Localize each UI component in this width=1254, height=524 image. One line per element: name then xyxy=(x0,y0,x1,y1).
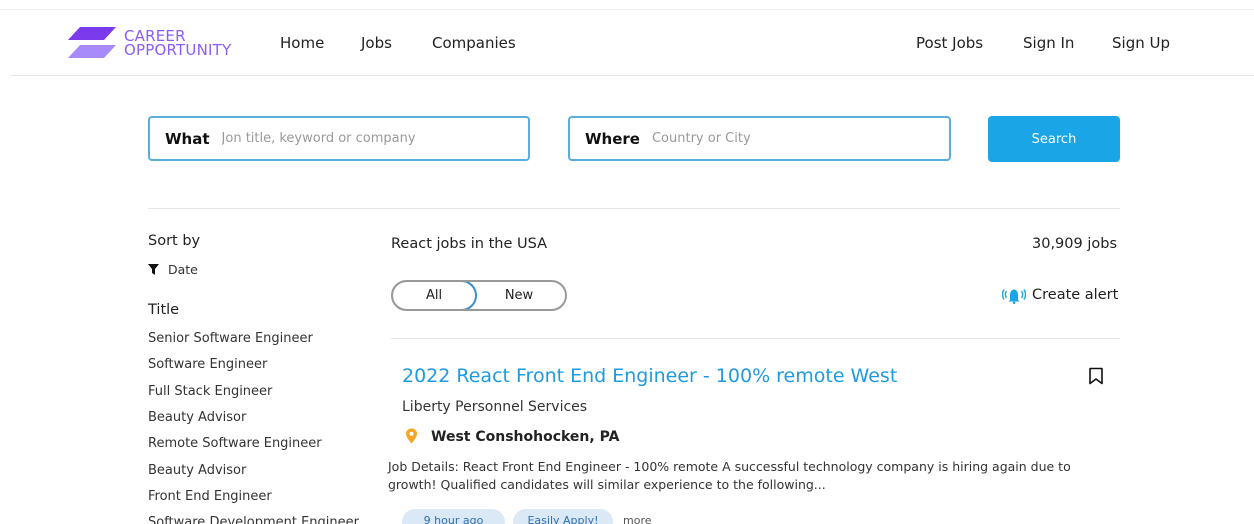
where-label: Where xyxy=(585,129,640,148)
nav-post-jobs[interactable]: Post Jobs xyxy=(916,34,983,52)
title-filter-item[interactable]: Full Stack Engineer xyxy=(148,384,272,399)
title-filter-item[interactable]: Senior Software Engineer xyxy=(148,331,313,346)
site-header: CAREER OPPORTUNITY Home Jobs Companies P… xyxy=(0,10,1254,76)
results-count: 30,909 jobs xyxy=(1032,236,1118,252)
job-location: West Conshohocken, PA xyxy=(431,429,620,445)
brand-line-2: OPPORTUNITY xyxy=(124,41,232,59)
filter-icon xyxy=(148,264,159,275)
easily-apply-badge: Easily Apply! xyxy=(513,509,613,524)
filter-all-button[interactable]: All xyxy=(393,282,477,309)
job-title-link[interactable]: 2022 React Front End Engineer - 100% rem… xyxy=(402,365,897,387)
nav-companies[interactable]: Companies xyxy=(432,34,516,52)
more-link[interactable]: more xyxy=(623,514,652,524)
brand-name: CAREER OPPORTUNITY xyxy=(124,29,232,59)
bookmark-icon[interactable] xyxy=(1088,367,1104,385)
title-filter-item[interactable]: Beauty Advisor xyxy=(148,463,246,478)
job-company: Liberty Personnel Services xyxy=(402,399,588,415)
title-filter-item[interactable]: Software Engineer xyxy=(148,357,267,372)
what-search-field[interactable]: What xyxy=(148,116,530,161)
search-divider xyxy=(148,208,1120,209)
title-filter-item[interactable]: Beauty Advisor xyxy=(148,410,246,425)
search-button[interactable]: Search xyxy=(988,116,1120,162)
location-pin-icon xyxy=(406,428,417,444)
title-heading: Title xyxy=(148,302,180,318)
sort-value: Date xyxy=(168,262,198,277)
nav-sign-up[interactable]: Sign Up xyxy=(1112,34,1170,52)
where-search-field[interactable]: Where xyxy=(568,116,951,161)
filter-new-button[interactable]: New xyxy=(477,282,565,309)
sort-date-option[interactable]: Date xyxy=(148,262,198,277)
bell-icon[interactable] xyxy=(1002,286,1026,304)
nav-sign-in[interactable]: Sign In xyxy=(1023,34,1074,52)
title-filter-item[interactable]: Front End Engineer xyxy=(148,489,272,504)
posted-time-badge: 9 hour ago xyxy=(402,509,505,524)
job-description: Job Details: React Front End Engineer - … xyxy=(388,459,1071,492)
header-divider xyxy=(10,75,1254,76)
brand-logo[interactable]: CAREER OPPORTUNITY xyxy=(66,25,231,61)
sort-heading: Sort by xyxy=(148,233,201,249)
results-heading: React jobs in the USA xyxy=(391,236,548,252)
what-input[interactable] xyxy=(221,131,512,146)
where-input[interactable] xyxy=(651,131,942,146)
create-alert-link[interactable]: Create alert xyxy=(1032,287,1118,303)
logo-icon xyxy=(68,27,116,58)
nav-jobs[interactable]: Jobs xyxy=(361,34,392,52)
recency-toggle: All New xyxy=(391,280,567,311)
results-divider xyxy=(391,338,1120,339)
nav-home[interactable]: Home xyxy=(280,34,324,52)
title-filter-item[interactable]: Remote Software Engineer xyxy=(148,436,322,451)
what-label: What xyxy=(165,129,210,148)
title-filter-item[interactable]: Software Development Engineer xyxy=(148,515,359,524)
